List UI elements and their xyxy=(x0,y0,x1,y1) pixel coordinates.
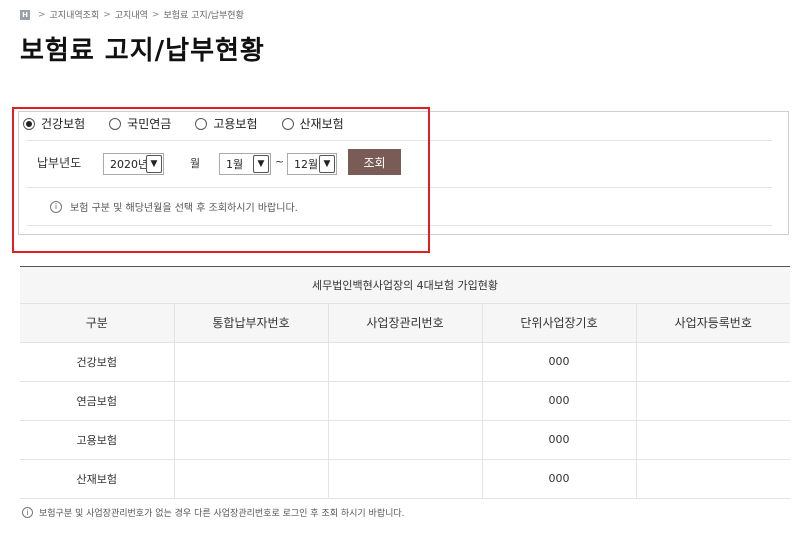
bottom-info-text: 보험구분 및 사업장관리번호가 없는 경우 다른 사업장관리번호로 로그인 후 … xyxy=(39,509,405,519)
filter-info-note: i 보험 구분 및 해당년월을 선택 후 조회하시기 바랍니다. xyxy=(50,199,298,214)
radio-label: 건강보험 xyxy=(41,117,86,131)
month-from-value: 1월 xyxy=(226,158,244,171)
table-cell: 건강보험 xyxy=(20,342,174,382)
radio-button-checked[interactable] xyxy=(23,117,35,130)
radio-button[interactable] xyxy=(109,117,122,130)
table-cell xyxy=(327,459,482,499)
radio-employment-insurance[interactable]: 고용보험 xyxy=(195,115,258,132)
info-icon: i xyxy=(22,507,33,518)
chevron-down-icon[interactable]: ▼ xyxy=(319,155,335,173)
table-cell: 000 xyxy=(481,342,636,382)
table-cell xyxy=(173,342,328,382)
year-select-value: 2020년 xyxy=(110,158,149,171)
table-row: 연금보험 000 xyxy=(20,381,790,421)
radio-button[interactable] xyxy=(281,117,294,130)
radio-health-insurance[interactable]: 건강보험 xyxy=(23,115,85,132)
table-cell xyxy=(173,459,328,499)
breadcrumb-item-1[interactable]: 고지내역조회 xyxy=(50,8,100,21)
table-cell xyxy=(635,420,790,460)
search-button[interactable]: 조회 xyxy=(348,149,401,175)
year-select[interactable]: 2020년 ▼ xyxy=(103,153,164,175)
col-header: 구분 xyxy=(20,304,174,343)
radio-label: 산재보험 xyxy=(299,117,344,131)
breadcrumb-separator: > xyxy=(151,9,160,20)
table-cell xyxy=(173,420,328,460)
divider xyxy=(27,225,772,226)
range-separator: ~ xyxy=(275,155,285,168)
table-row: 건강보험 000 xyxy=(20,342,790,382)
table-cell: 000 xyxy=(481,381,636,421)
radio-label: 국민연금 xyxy=(127,117,172,131)
table-title: 세무법인백현사업장의 4대보험 가입현황 xyxy=(20,266,790,304)
month-to-select[interactable]: 12월 ▼ xyxy=(287,153,337,175)
table-cell: 연금보험 xyxy=(20,381,174,421)
status-table: 구분 통합납부자번호 사업장관리번호 단위사업장기호 사업자등록번호 건강보험 … xyxy=(20,304,790,499)
month-label: 월 xyxy=(190,157,201,170)
table-cell: 산재보험 xyxy=(20,459,174,499)
col-header: 사업장관리번호 xyxy=(327,304,482,343)
breadcrumb-separator: > xyxy=(38,9,46,20)
table-cell: 고용보험 xyxy=(20,420,174,460)
breadcrumb-separator: > xyxy=(103,9,111,20)
table-row: 고용보험 000 xyxy=(20,420,790,460)
table-cell xyxy=(327,420,482,460)
insurance-status-table: 세무법인백현사업장의 4대보험 가입현황 구분 통합납부자번호 사업장관리번호 … xyxy=(20,266,790,499)
table-cell xyxy=(173,381,328,421)
table-cell xyxy=(327,342,482,382)
col-header: 통합납부자번호 xyxy=(173,304,328,343)
table-cell xyxy=(635,342,790,382)
table-row: 산재보험 000 xyxy=(20,459,790,499)
table-cell: 000 xyxy=(481,459,636,499)
col-header: 사업자등록번호 xyxy=(635,304,790,343)
insurance-type-radio-group: 건강보험 국민연금 고용보험 산재보험 xyxy=(23,115,368,132)
table-cell: 000 xyxy=(481,420,636,460)
year-label: 납부년도 xyxy=(37,156,82,170)
col-header: 단위사업장기호 xyxy=(481,304,636,343)
radio-national-pension[interactable]: 국민연금 xyxy=(109,115,171,132)
month-to-value: 12월 xyxy=(294,158,319,171)
breadcrumb: H > 고지내역조회 > 고지내역 > 보험료 고지/납부현황 xyxy=(20,8,244,21)
chevron-down-icon[interactable]: ▼ xyxy=(146,155,162,173)
table-cell xyxy=(635,459,790,499)
home-icon[interactable]: H xyxy=(20,9,30,20)
divider xyxy=(27,140,772,141)
radio-label: 고용보험 xyxy=(213,117,258,131)
info-icon: i xyxy=(50,200,62,213)
chevron-down-icon[interactable]: ▼ xyxy=(253,155,269,173)
table-cell xyxy=(327,381,482,421)
page-title: 보험료 고지/납부현황 xyxy=(20,36,265,66)
bottom-info-note: i 보험구분 및 사업장관리번호가 없는 경우 다른 사업장관리번호로 로그인 … xyxy=(22,506,405,519)
breadcrumb-item-2[interactable]: 고지내역 xyxy=(115,8,148,21)
filter-info-text: 보험 구분 및 해당년월을 선택 후 조회하시기 바랍니다. xyxy=(70,203,298,214)
radio-button[interactable] xyxy=(195,117,208,130)
breadcrumb-item-3: 보험료 고지/납부현황 xyxy=(163,11,244,21)
table-header-row: 구분 통합납부자번호 사업장관리번호 단위사업장기호 사업자등록번호 xyxy=(20,304,790,343)
table-cell xyxy=(635,381,790,421)
radio-industrial-accident-insurance[interactable]: 산재보험 xyxy=(281,115,344,132)
divider xyxy=(27,187,772,188)
month-from-select[interactable]: 1월 ▼ xyxy=(219,153,271,175)
